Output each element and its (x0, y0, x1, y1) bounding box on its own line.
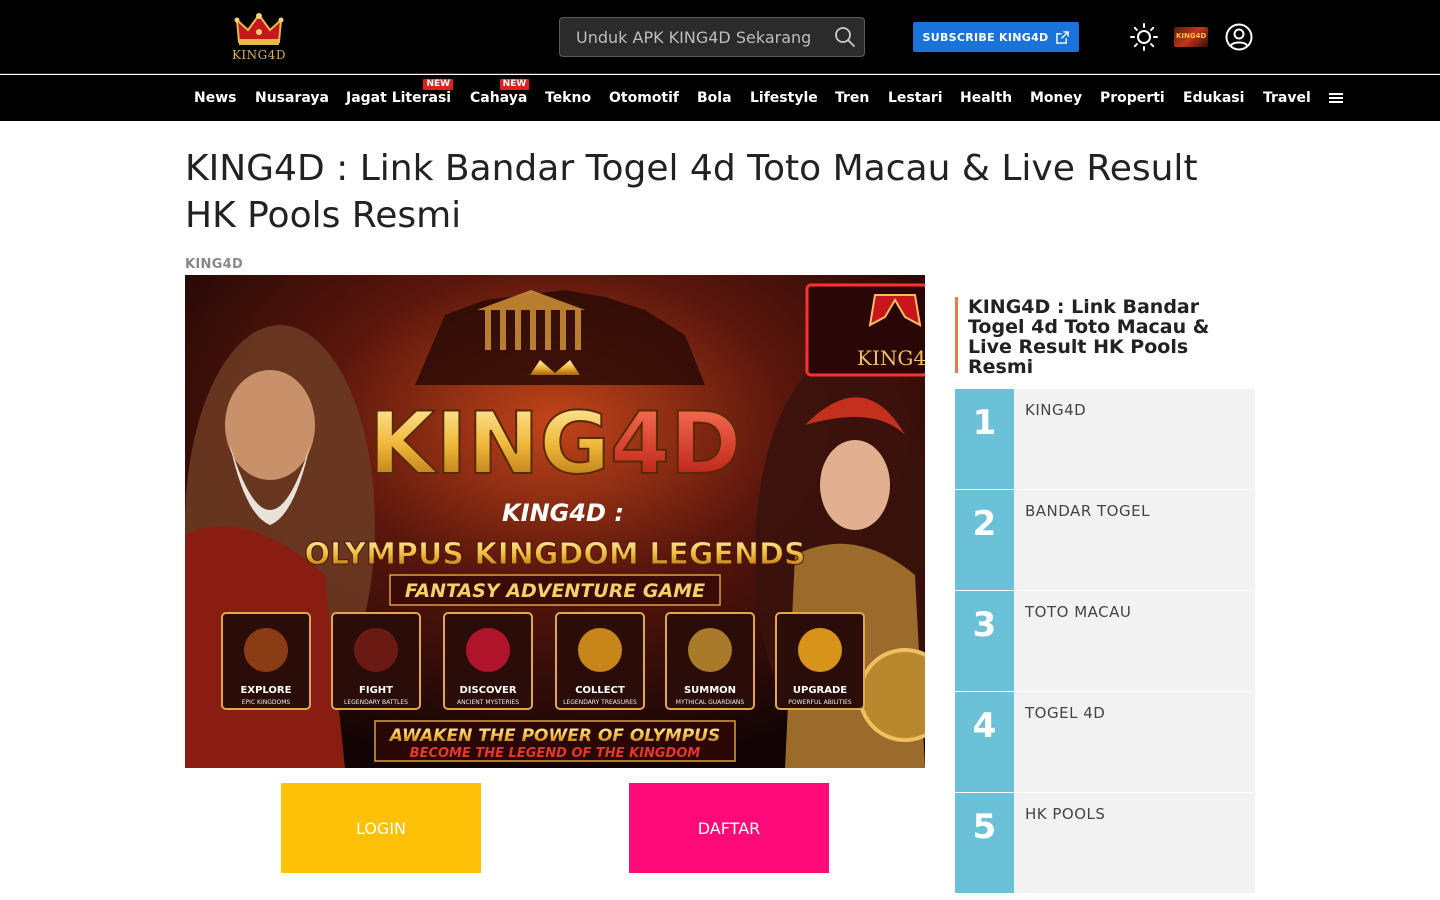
popular-list: 1 KING4D 2 BANDAR TOGEL 3 TOTO MACAU 4 T… (955, 389, 1255, 894)
banner-subtitle: KING4D : (502, 499, 624, 527)
hamburger-menu-icon[interactable] (1329, 92, 1343, 104)
banner-footer-line2: BECOME THE LEGEND OF THE KINGDOM (410, 746, 701, 761)
author-name[interactable]: KING4D (185, 257, 243, 272)
card-title: EXPLORE (241, 685, 292, 696)
sidebar-heading: KING4D : Link Bandar Togel 4d Toto Macau… (955, 297, 1255, 377)
nav-item-travel[interactable]: Travel (1263, 90, 1311, 106)
nav-item-otomotif[interactable]: Otomotif (609, 90, 679, 106)
list-item[interactable]: 4 TOGEL 4D (955, 692, 1255, 793)
register-label: DAFTAR (697, 818, 761, 838)
nav-label: Otomotif (609, 90, 679, 106)
brand-thumbnail-text: KING4D (1176, 32, 1207, 40)
banner-artwork: KING4D KING4D KING4D : OLYMPUS KINGDOM L… (185, 275, 925, 768)
nav-label: News (194, 90, 237, 106)
sidebar-title[interactable]: KING4D : Link Bandar Togel 4d Toto Macau… (968, 297, 1255, 377)
nav-item-news[interactable]: News (194, 90, 236, 106)
list-item[interactable]: 3 TOTO MACAU (955, 591, 1255, 692)
user-account-icon[interactable] (1225, 23, 1253, 51)
subscribe-button[interactable]: SUBSCRIBE KING4D (913, 22, 1079, 52)
nav-label: Money (1030, 90, 1083, 106)
nav-label: Bola (697, 90, 732, 106)
card-title: COLLECT (575, 685, 625, 696)
login-button[interactable]: LOGIN (281, 783, 481, 873)
rank-number: 4 (955, 692, 1014, 792)
nav-item-properti[interactable]: Properti (1100, 90, 1165, 106)
rank-label: KING4D (1025, 401, 1087, 419)
hero-banner: KING4D KING4D KING4D : OLYMPUS KINGDOM L… (185, 275, 925, 768)
nav-label: Jagat Literasi (346, 90, 452, 106)
card-title: UPGRADE (793, 685, 847, 696)
card-subtitle: EPIC KINGDOMS (242, 699, 291, 706)
rank-number: 1 (955, 389, 1014, 489)
nav-item-bola[interactable]: Bola (697, 90, 732, 106)
banner-logo-text: KING4D (857, 346, 925, 370)
nav-label: Edukasi (1183, 90, 1245, 106)
nav-label: Lestari (888, 90, 943, 106)
nav-label: Health (960, 90, 1013, 106)
rank-number: 5 (955, 793, 1014, 893)
rank-number: 3 (955, 591, 1014, 691)
list-item[interactable]: 5 HK POOLS (955, 793, 1255, 894)
rank-number: 2 (955, 490, 1014, 590)
card-title: SUMMON (684, 685, 736, 696)
nav-label: Nusaraya (255, 90, 329, 106)
card-subtitle: MYTHICAL GUARDIANS (676, 699, 745, 706)
nav-label: Properti (1100, 90, 1165, 106)
search-input[interactable] (560, 18, 820, 56)
card-title: FIGHT (359, 685, 393, 696)
nav-item-jagat-literasi[interactable]: Jagat Literasi NEW (346, 79, 454, 106)
page-title: KING4D : Link Bandar Togel 4d Toto Macau… (185, 148, 1198, 236)
card-subtitle: LEGENDARY TREASURES (563, 699, 637, 706)
banner-footer-line1: AWAKEN THE POWER OF OLYMPUS (388, 726, 720, 746)
nav-label: Lifestyle (750, 90, 818, 106)
nav-item-tren[interactable]: Tren (835, 90, 869, 106)
list-item[interactable]: 2 BANDAR TOGEL (955, 490, 1255, 591)
card-subtitle: LEGENDARY BATTLES (344, 699, 408, 706)
nav-label: Tekno (545, 90, 592, 106)
subscribe-label: SUBSCRIBE KING4D (922, 30, 1049, 44)
card-subtitle: POWERFUL ABILITIES (788, 699, 852, 706)
top-header: KING4D SUBSCRIBE KING4D KING4D (0, 0, 1440, 74)
nav-item-cahaya[interactable]: Cahaya NEW (470, 79, 530, 106)
nav-item-edukasi[interactable]: Edukasi (1183, 90, 1244, 106)
banner-title-king: KING4D (369, 394, 741, 494)
external-link-icon (1056, 30, 1070, 44)
crown-icon (234, 13, 284, 45)
nav-item-nusaraya[interactable]: Nusaraya (255, 90, 329, 106)
nav-item-lestari[interactable]: Lestari (888, 90, 943, 106)
login-label: LOGIN (355, 818, 407, 838)
nav-item-health[interactable]: Health (960, 90, 1012, 106)
site-logo[interactable]: KING4D (228, 12, 290, 62)
nav-label: Travel (1263, 90, 1311, 106)
card-subtitle: ANCIENT MYSTERIES (457, 699, 519, 706)
logo-text: KING4D (231, 48, 287, 62)
rank-label: HK POOLS (1025, 805, 1106, 823)
brand-thumbnail[interactable]: KING4D (1174, 27, 1208, 47)
nav-label: Cahaya (470, 90, 528, 106)
nav-item-money[interactable]: Money (1030, 90, 1082, 106)
sun-icon[interactable] (1130, 23, 1158, 51)
category-nav: News Nusaraya Jagat Literasi NEW Cahaya NE… (0, 75, 1440, 121)
new-badge: NEW (499, 79, 530, 90)
rank-label: TOTO MACAU (1025, 603, 1132, 621)
search-box (559, 17, 865, 57)
banner-tagline: FANTASY ADVENTURE GAME (405, 580, 705, 602)
register-button[interactable]: DAFTAR (629, 783, 829, 873)
rank-label: BANDAR TOGEL (1025, 502, 1150, 520)
card-title: DISCOVER (459, 685, 516, 696)
nav-item-tekno[interactable]: Tekno (545, 90, 591, 106)
banner-headline: OLYMPUS KINGDOM LEGENDS (304, 537, 805, 572)
nav-item-lifestyle[interactable]: Lifestyle (750, 90, 818, 106)
list-item[interactable]: 1 KING4D (955, 389, 1255, 490)
new-badge: NEW (423, 79, 454, 90)
search-icon[interactable] (834, 26, 856, 48)
rank-label: TOGEL 4D (1025, 704, 1106, 722)
nav-label: Tren (835, 90, 870, 106)
